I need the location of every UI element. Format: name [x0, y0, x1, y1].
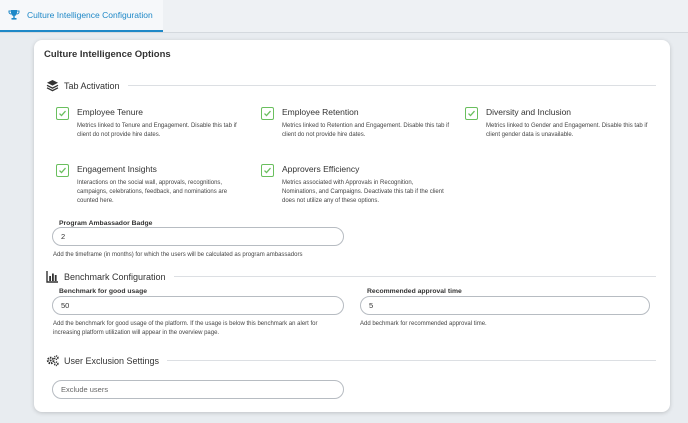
trophy-icon [8, 9, 21, 22]
check-icon [59, 110, 66, 117]
layers-icon [46, 79, 59, 92]
option-title: Diversity and Inclusion [486, 107, 572, 117]
option-title: Approvers Efficiency [282, 164, 360, 174]
approvers-efficiency-checkbox[interactable] [261, 164, 274, 177]
section-user-exclusion-settings: User Exclusion Settings [46, 354, 656, 367]
bar-chart-icon [46, 270, 59, 283]
ambassador-months-input[interactable] [52, 227, 344, 246]
check-icon [59, 167, 66, 174]
option-description: Metrics linked to Tenure and Engagement.… [77, 123, 237, 138]
option-description: Interactions on the social wall, approva… [77, 180, 228, 204]
options-card: Culture Intelligence Options Tab Activat… [34, 40, 670, 412]
ambassador-badge-label: Program Ambassador Badge [59, 220, 153, 227]
section-label: Tab Activation [64, 80, 120, 91]
option-description: Metrics linked to Gender and Engagement.… [486, 123, 648, 138]
card-title: Culture Intelligence Options [44, 49, 171, 60]
section-tab-activation: Tab Activation [46, 79, 656, 92]
option-approvers-efficiency: Approvers Efficiency Metrics associated … [261, 164, 444, 209]
section-label: User Exclusion Settings [64, 355, 160, 366]
option-employee-retention: Employee Retention Metrics linked to Ret… [261, 107, 449, 147]
section-benchmark-configuration: Benchmark Configuration [46, 270, 656, 283]
employee-retention-checkbox[interactable] [261, 107, 274, 120]
option-employee-tenure: Employee Tenure Metrics linked to Tenure… [56, 107, 237, 147]
good-usage-input[interactable] [52, 296, 344, 315]
approval-time-label: Recommended approval time [367, 288, 462, 295]
section-label: Benchmark Configuration [64, 271, 166, 282]
check-icon [264, 110, 271, 117]
engagement-insights-checkbox[interactable] [56, 164, 69, 177]
section-divider [167, 360, 656, 361]
option-title: Engagement Insights [77, 164, 157, 174]
ambassador-help-text: Add the timeframe (in months) for which … [53, 252, 303, 258]
gears-icon [46, 354, 59, 367]
section-divider [173, 276, 656, 277]
approval-time-input[interactable] [360, 296, 650, 315]
exclude-users-input[interactable] [52, 380, 344, 399]
option-description: Metrics linked to Retention and Engageme… [282, 123, 450, 138]
top-tab-bar: Culture Intelligence Configuration [0, 0, 688, 33]
option-title: Employee Tenure [77, 107, 143, 117]
diversity-inclusion-checkbox[interactable] [465, 107, 478, 120]
section-divider [127, 85, 656, 86]
check-icon [468, 110, 475, 117]
tab-culture-intelligence-configuration[interactable]: Culture Intelligence Configuration [0, 0, 163, 32]
option-engagement-insights: Engagement Insights Interactions on the … [56, 164, 236, 209]
option-diversity-and-inclusion: Diversity and Inclusion Metrics linked t… [465, 107, 647, 147]
good-usage-label: Benchmark for good usage [59, 288, 147, 295]
employee-tenure-checkbox[interactable] [56, 107, 69, 120]
option-description: Metrics associated with Approvals in Rec… [282, 180, 444, 204]
good-usage-help-text: Add the benchmark for good usage of the … [53, 321, 318, 336]
check-icon [264, 167, 271, 174]
approval-time-help-text: Add bechmark for recommended approval ti… [360, 321, 487, 327]
option-title: Employee Retention [282, 107, 359, 117]
tab-label: Culture Intelligence Configuration [27, 10, 153, 20]
